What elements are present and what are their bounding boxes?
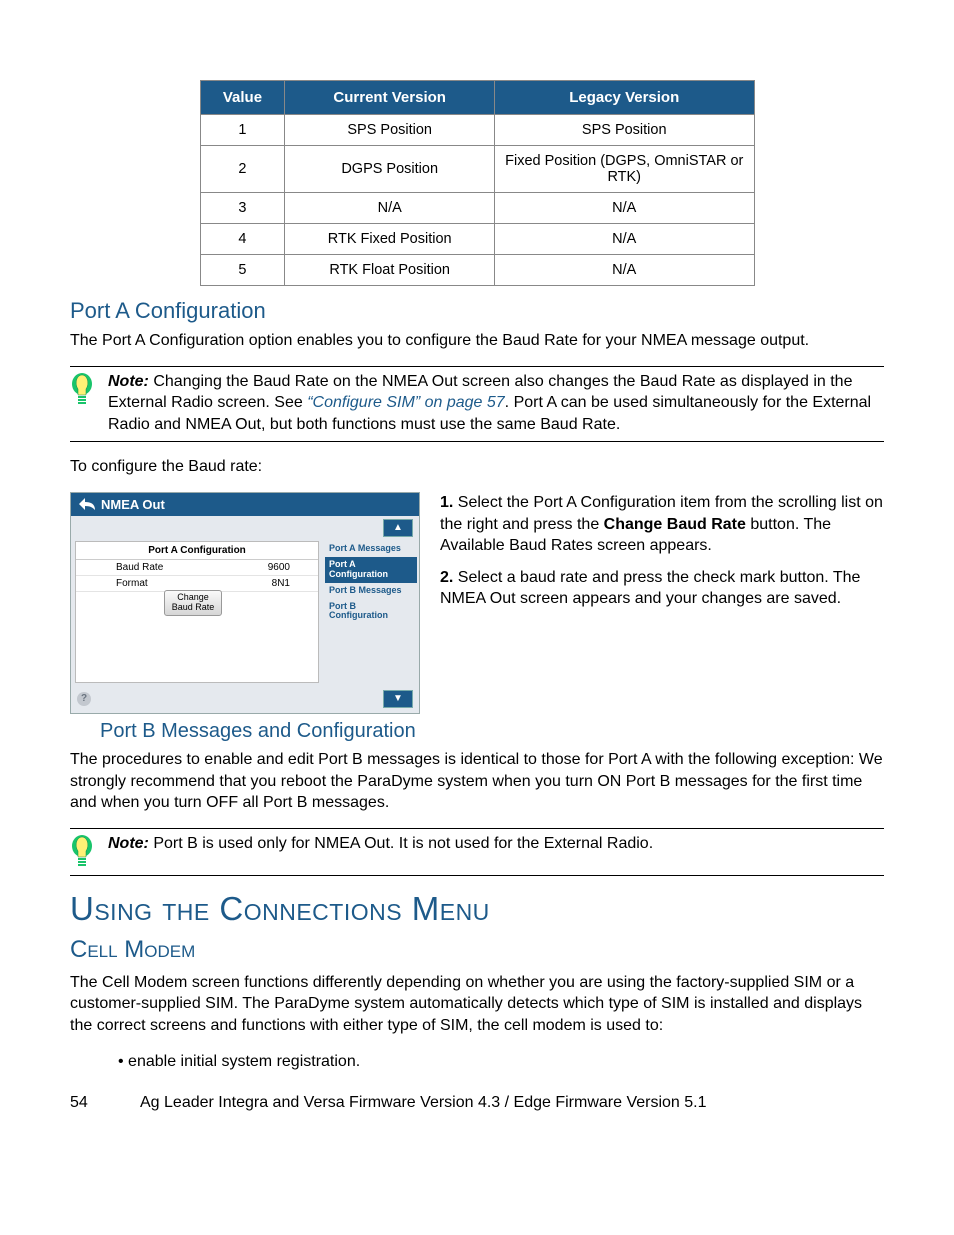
back-arrow-icon: [79, 498, 95, 510]
th-legacy: Legacy Version: [494, 81, 754, 115]
side-list: Port A Messages Port A Configuration Por…: [323, 537, 419, 687]
cell-modem-body: The Cell Modem screen functions differen…: [70, 972, 884, 1037]
panel-header: Port A Configuration: [76, 542, 318, 560]
change-baud-rate-button[interactable]: Change Baud Rate: [164, 590, 222, 616]
page-number: 54: [70, 1094, 110, 1112]
heading-port-b: Port B Messages and Configuration: [100, 720, 884, 743]
port-b-body: The procedures to enable and edit Port B…: [70, 749, 884, 814]
th-value: Value: [200, 81, 285, 115]
note-port-b: Note: Port B is used only for NMEA Out. …: [70, 828, 884, 876]
table-row: 2 DGPS Position Fixed Position (DGPS, Om…: [200, 146, 754, 193]
heading-connections-menu: Using the Connections Menu: [70, 890, 884, 928]
note-text: Note: Port B is used only for NMEA Out. …: [108, 833, 653, 855]
table-row: 1 SPS Position SPS Position: [200, 115, 754, 146]
link-configure-sim[interactable]: “Configure SIM” on page 57: [307, 394, 504, 411]
version-table: Value Current Version Legacy Version 1 S…: [200, 80, 755, 286]
note-port-a: Note: Changing the Baud Rate on the NMEA…: [70, 366, 884, 443]
note-text: Note: Changing the Baud Rate on the NMEA…: [108, 371, 884, 436]
side-item-port-b-messages[interactable]: Port B Messages: [325, 583, 417, 599]
lightbulb-icon: [70, 833, 96, 869]
nmea-out-figure: NMEA Out ▲ Port A Configuration Baud Rat…: [70, 492, 420, 714]
bullet-item: enable initial system registration.: [130, 1051, 884, 1073]
figure-titlebar: NMEA Out: [71, 493, 419, 516]
step-1: 1. Select the Port A Configuration item …: [440, 492, 884, 557]
heading-port-a-config: Port A Configuration: [70, 298, 884, 324]
side-item-port-b-config[interactable]: Port B Configuration: [325, 599, 417, 625]
side-item-port-a-config[interactable]: Port A Configuration: [325, 557, 417, 583]
side-item-port-a-messages[interactable]: Port A Messages: [325, 541, 417, 557]
scroll-down-button[interactable]: ▼: [383, 690, 413, 708]
page-footer: 54 Ag Leader Integra and Versa Firmware …: [45, 1094, 909, 1112]
help-icon[interactable]: ?: [77, 692, 91, 706]
table-row: 4 RTK Fixed Position N/A: [200, 224, 754, 255]
cell-modem-bullets: enable initial system registration.: [130, 1051, 884, 1073]
table-row: 3 N/A N/A: [200, 193, 754, 224]
step-2: 2. Select a baud rate and press the chec…: [440, 567, 884, 610]
heading-cell-modem: Cell Modem: [70, 936, 884, 964]
scroll-up-button[interactable]: ▲: [383, 519, 413, 537]
th-current: Current Version: [285, 81, 495, 115]
table-row: 5 RTK Float Position N/A: [200, 255, 754, 286]
baud-rate-row: Baud Rate 9600: [76, 560, 318, 576]
config-panel: Port A Configuration Baud Rate 9600 Form…: [75, 541, 319, 683]
lightbulb-icon: [70, 371, 96, 407]
port-a-body: The Port A Configuration option enables …: [70, 330, 884, 352]
footer-text: Ag Leader Integra and Versa Firmware Ver…: [140, 1094, 707, 1112]
configure-baud-lead: To configure the Baud rate:: [70, 456, 884, 478]
